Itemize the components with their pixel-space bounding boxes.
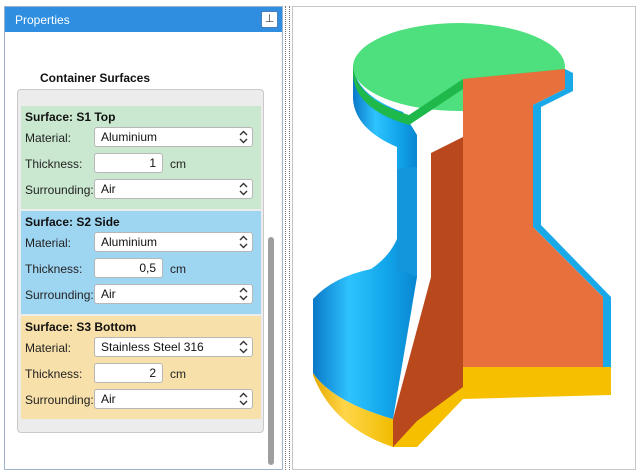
select-value: Air xyxy=(101,392,116,406)
thickness-label: Thickness: xyxy=(25,367,83,381)
pin-button[interactable]: ⊥ xyxy=(261,11,278,28)
material-select[interactable]: Aluminium xyxy=(94,127,253,147)
thickness-input[interactable]: 0,5 xyxy=(94,258,163,278)
surface-title: Surface: S1 Top xyxy=(25,110,116,124)
app-window: Properties ⊥ Container Surfaces Surface:… xyxy=(0,0,641,474)
surrounding-label: Surrounding: xyxy=(25,288,94,302)
panel-splitter[interactable] xyxy=(285,6,290,470)
material-label: Material: xyxy=(25,131,72,145)
panel-header: Properties ⊥ xyxy=(5,7,282,32)
surface-s1-top: Surface: S1 Top Material: Aluminium Thic… xyxy=(21,106,261,209)
surfaces-group: Surface: S1 Top Material: Aluminium Thic… xyxy=(17,89,264,433)
panel-title: Properties xyxy=(15,13,70,27)
3d-view-panel[interactable] xyxy=(292,6,636,470)
select-value: Stainless Steel 316 xyxy=(101,340,204,354)
neck-wall xyxy=(397,155,417,277)
surrounding-select[interactable]: Air xyxy=(94,284,253,304)
surrounding-select[interactable]: Air xyxy=(94,179,253,199)
updown-chevron-icon xyxy=(239,287,248,301)
updown-chevron-icon xyxy=(239,130,248,144)
surface-title: Surface: S3 Bottom xyxy=(25,320,137,334)
thickness-input[interactable]: 1 xyxy=(94,153,163,173)
thickness-unit: cm xyxy=(170,262,186,276)
pin-icon: ⊥ xyxy=(264,13,275,25)
surface-title: Surface: S2 Side xyxy=(25,215,120,229)
thickness-unit: cm xyxy=(170,157,186,171)
surface-s3-bottom: Surface: S3 Bottom Material: Stainless S… xyxy=(21,316,261,419)
thickness-label: Thickness: xyxy=(25,157,83,171)
section-heading: Container Surfaces xyxy=(40,71,151,85)
container-cutaway-model xyxy=(313,23,611,447)
surrounding-label: Surrounding: xyxy=(25,183,94,197)
select-value: Aluminium xyxy=(101,130,158,144)
surrounding-select[interactable]: Air xyxy=(94,389,253,409)
properties-panel: Properties ⊥ Container Surfaces Surface:… xyxy=(4,6,283,470)
surface-s2-side: Surface: S2 Side Material: Aluminium Thi… xyxy=(21,211,261,314)
select-value: Air xyxy=(101,182,116,196)
updown-chevron-icon xyxy=(239,182,248,196)
select-value: Aluminium xyxy=(101,235,158,249)
material-select[interactable]: Aluminium xyxy=(94,232,253,252)
select-value: Air xyxy=(101,287,116,301)
thickness-label: Thickness: xyxy=(25,262,83,276)
scrollbar-thumb[interactable] xyxy=(268,237,274,465)
material-label: Material: xyxy=(25,236,72,250)
updown-chevron-icon xyxy=(239,340,248,354)
thickness-unit: cm xyxy=(170,367,186,381)
material-label: Material: xyxy=(25,341,72,355)
updown-chevron-icon xyxy=(239,235,248,249)
surrounding-label: Surrounding: xyxy=(25,393,94,407)
updown-chevron-icon xyxy=(239,392,248,406)
material-select[interactable]: Stainless Steel 316 xyxy=(94,337,253,357)
thickness-input[interactable]: 2 xyxy=(94,363,163,383)
